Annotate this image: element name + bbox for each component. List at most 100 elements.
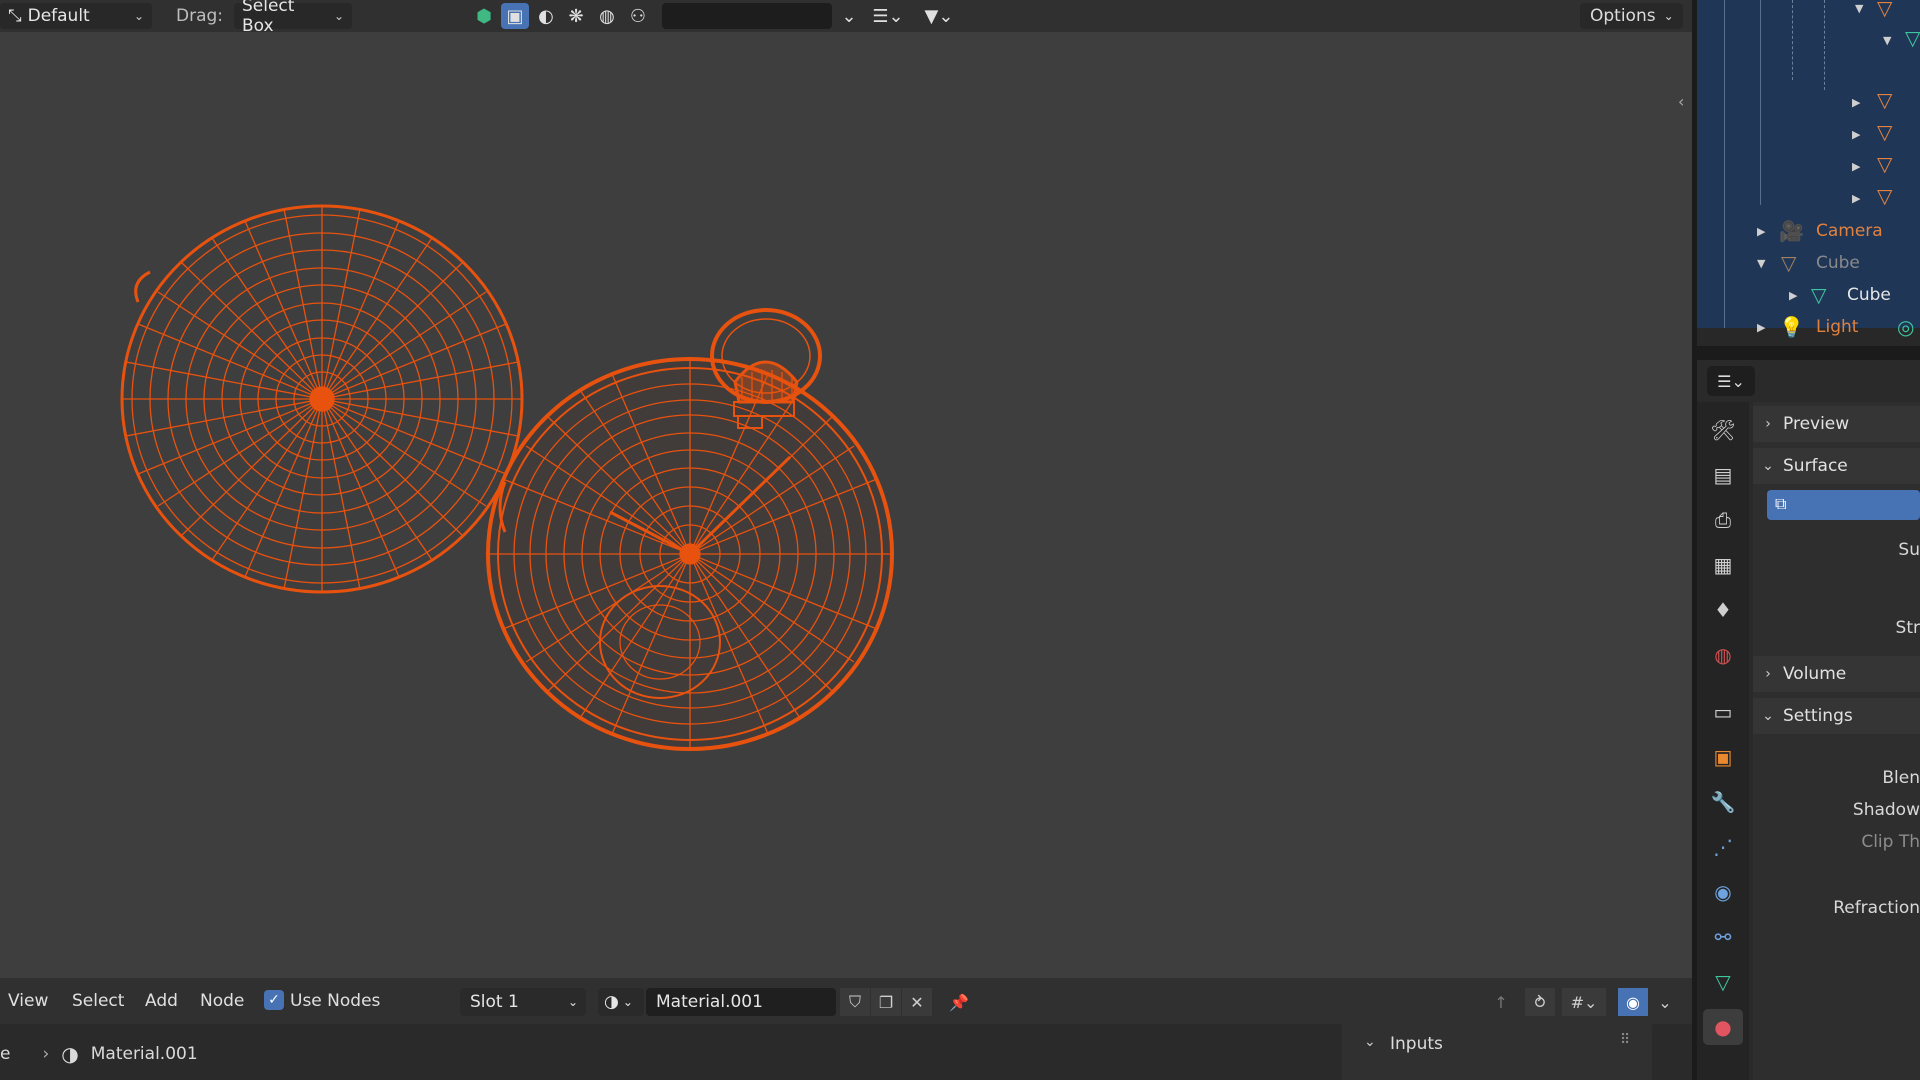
mesh-object-icon: ▽ [1877,184,1893,208]
section-settings[interactable]: ⌄ Settings [1753,698,1920,734]
outliner-row-cube[interactable]: ▼ ▽ Cube [1697,247,1920,279]
material-browse-button[interactable]: ◑ ⌄ [598,988,644,1016]
section-preview[interactable]: › Preview [1753,406,1920,442]
chevron-down-icon[interactable]: ⌄ [1364,1034,1376,1050]
solid-shading-icon[interactable]: ◐ [532,3,560,29]
expand-triangle-icon[interactable]: ▶ [1852,192,1860,205]
wireframe-render [120,204,894,751]
hierarchy-icon[interactable]: ☰⌄ [866,3,910,29]
duplicate-material-icon[interactable]: ❐ [871,988,901,1016]
properties-tabs: 🛠 ▤ ⎙ ▦ ♦ ◍ ▭ ▣ 🔧 ⋰ ◉ ⚯ ▽ ● [1697,402,1749,1080]
sidebar-toggle-icon[interactable]: ‹ [1678,92,1684,111]
chevron-right-icon: › [42,1044,50,1064]
overlay-icon[interactable]: ⚇ [624,3,652,29]
expand-triangle-icon[interactable]: ▶ [1852,96,1860,109]
outliner-row-cube-mesh[interactable]: ▶ ▽ Cube [1697,279,1920,311]
fake-user-shield-icon[interactable]: ⛉ [840,988,870,1016]
wireframe-shading-button[interactable]: ▣ [501,3,529,29]
chevron-down-icon: ⌄ [1762,708,1774,724]
world-tab-icon[interactable]: ◍ [1703,637,1743,673]
options-label: Options [1590,6,1656,26]
tree-line [1760,0,1761,205]
search-input[interactable] [662,3,832,29]
section-volume[interactable]: › Volume [1753,656,1920,692]
object-tab-icon[interactable]: ▣ [1703,739,1743,775]
gizmo-color-icon[interactable]: ⬢ [470,3,498,29]
overlay-toggle-icon[interactable]: ◉ [1618,988,1648,1016]
expand-triangle-icon[interactable]: ▶ [1757,225,1765,238]
mesh-object-icon: ▽ [1877,88,1893,112]
expand-triangle-icon[interactable]: ▼ [1757,257,1765,270]
expand-triangle-icon[interactable]: ▼ [1855,2,1863,15]
tool-tab-icon[interactable]: 🛠 [1703,412,1743,448]
drag-handle-icon[interactable]: ⠿ [1620,1032,1630,1048]
area-divider[interactable] [1697,346,1920,360]
options-dropdown[interactable]: Options ⌄ [1580,3,1683,29]
expand-triangle-icon[interactable]: ▼ [1883,34,1891,47]
menu-select[interactable]: Select [72,991,124,1011]
render-tab-icon[interactable]: ▤ [1703,457,1743,493]
expand-triangle-icon[interactable]: ▶ [1852,128,1860,141]
breadcrumb: e › ◑ Material.001 [0,1042,198,1066]
menu-node[interactable]: Node [200,991,244,1011]
rendered-shading-icon[interactable]: ◍ [593,3,621,29]
unlink-material-icon[interactable]: ✕ [902,988,932,1016]
section-surface[interactable]: ⌄ Surface [1753,448,1920,484]
material-name-field[interactable]: Material.001 [646,988,836,1016]
material-preview-icon[interactable]: ❋ [562,3,590,29]
expand-triangle-icon[interactable]: ▶ [1757,321,1765,334]
menu-view[interactable]: View [8,991,48,1011]
3d-viewport[interactable]: ‹ [0,32,1692,978]
mesh-object-icon: ▽ [1877,120,1893,144]
drag-mode-dropdown[interactable]: Select Box ⌄ [234,0,352,36]
properties-editor-icon: ☰⌄ [1717,371,1745,391]
blender-window: ⤡ Default ⌄ Drag: Select Box ⌄ ⬢ ▣ ◐ ❋ ◍… [0,0,1920,1080]
section-surface-label: Surface [1783,456,1848,476]
breadcrumb-material: Material.001 [90,1044,198,1064]
clip-threshold-label: Clip Th [1861,832,1920,852]
particles-tab-icon[interactable]: ⋰ [1703,829,1743,865]
mesh-data-icon: ▽ [1905,26,1920,50]
filter-dropdown-icon[interactable]: ⌄ [832,3,866,29]
editor-type-dropdown[interactable]: ☰⌄ [1707,366,1755,396]
funnel-icon[interactable]: ▼⌄ [914,3,964,29]
modifier-tab-icon[interactable]: 🔧 [1703,784,1743,820]
tree-line [1824,0,1825,90]
snap-grid-icon[interactable]: #⌄ [1562,988,1606,1016]
properties-header: ☰⌄ [1697,360,1920,400]
outliner-item-label: Cube [1847,285,1891,305]
drag-mode-value: Select Box [242,0,295,36]
material-name: Material.001 [656,992,763,1012]
slot-dropdown[interactable]: Slot 1 ⌄ [460,988,586,1016]
menu-add[interactable]: Add [145,991,178,1011]
expand-triangle-icon[interactable]: ▶ [1789,289,1797,302]
scene-tab-icon[interactable]: ♦ [1703,592,1743,628]
section-volume-label: Volume [1783,664,1847,684]
output-tab-icon[interactable]: ⎙ [1703,502,1743,538]
pin-icon[interactable]: 📌 [944,988,974,1016]
view-layer-tab-icon[interactable]: ▦ [1703,547,1743,583]
collection-tab-icon[interactable]: ▭ [1703,694,1743,730]
material-properties: › Preview ⌄ Surface ⧉ Su Str › Volume ⌄ … [1753,402,1920,1080]
parent-node-tree-icon[interactable]: ↑ [1486,988,1516,1016]
outliner-item-label: Camera [1816,221,1883,241]
expand-triangle-icon[interactable]: ▶ [1852,160,1860,173]
snap-icon[interactable]: ⥁ [1525,988,1555,1016]
breadcrumb-prefix: e [0,1044,11,1064]
chevron-down-icon: ⌄ [1663,9,1674,23]
chevron-down-icon: ⌄ [133,9,144,23]
workspace-dropdown[interactable]: ⤡ Default ⌄ [0,3,152,29]
material-slot-field[interactable]: ⧉ [1767,490,1920,520]
outliner-item-label: Light [1816,317,1859,337]
material-tab-icon[interactable]: ● [1703,1009,1743,1045]
outliner-row-light[interactable]: ▶ 💡 Light ◎ [1697,311,1920,343]
outliner-row-camera[interactable]: ▶ 🎥 Camera [1697,215,1920,247]
physics-tab-icon[interactable]: ◉ [1703,874,1743,910]
constraints-tab-icon[interactable]: ⚯ [1703,919,1743,955]
chevron-down-icon[interactable]: ⌄ [1650,988,1680,1016]
use-nodes-checkbox[interactable]: ✓ [264,990,284,1010]
light-data-icon: ◎ [1897,315,1915,339]
use-nodes-label: Use Nodes [290,991,381,1011]
data-tab-icon[interactable]: ▽ [1703,964,1743,1000]
chevron-right-icon: › [1765,416,1771,432]
